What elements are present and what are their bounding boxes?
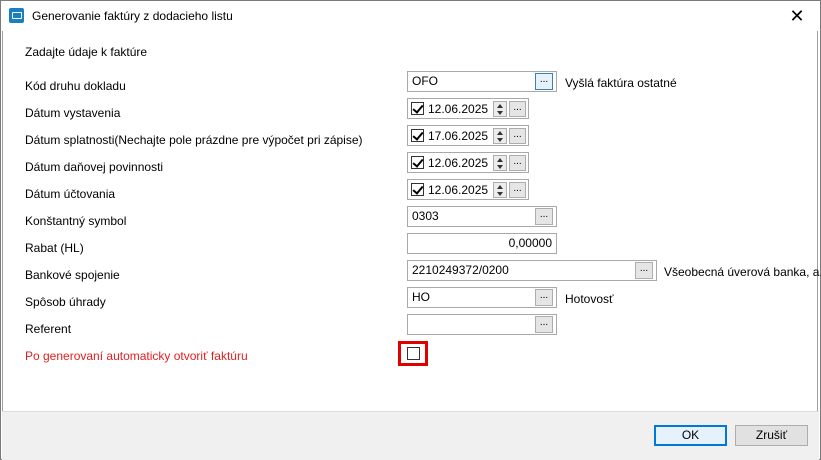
datum-splatnosti-spinner[interactable] <box>493 128 507 144</box>
spin-up-icon[interactable] <box>497 104 503 108</box>
label-bankove-spojenie: Bankové spojenie <box>25 268 120 282</box>
referent-browse-button[interactable]: ... <box>535 316 553 333</box>
datum-splatnosti-browse-button[interactable]: ... <box>509 128 526 144</box>
label-konstantny-symbol: Konštantný symbol <box>25 214 127 228</box>
bankove-spojenie-input[interactable]: 2210249372/0200 <box>407 260 657 281</box>
auto-open-checkbox[interactable] <box>407 347 420 360</box>
datum-danovej-spinner[interactable] <box>493 155 507 171</box>
content-border-left <box>2 31 3 411</box>
datum-uctovania-value: 12.06.2025 <box>428 183 489 197</box>
datum-splatnosti-picker[interactable]: 17.06.2025 ... <box>407 125 529 146</box>
datum-vystavenia-browse-button[interactable]: ... <box>509 101 526 117</box>
datum-uctovania-spinner[interactable] <box>493 182 507 198</box>
label-datum-danovej: Dátum daňovej povinnosti <box>25 160 164 174</box>
label-rabat: Rabat (HL) <box>25 241 84 255</box>
datum-vystavenia-checkbox[interactable] <box>411 102 424 115</box>
spin-down-icon[interactable] <box>497 138 503 142</box>
app-icon <box>9 8 24 23</box>
kod-druhu-description: Vyšlá faktúra ostatné <box>565 76 677 90</box>
datum-uctovania-picker[interactable]: 12.06.2025 ... <box>407 179 529 200</box>
datum-splatnosti-checkbox[interactable] <box>411 129 424 142</box>
sposob-uhrady-description: Hotovosť <box>565 292 614 306</box>
rabat-input[interactable]: 0,00000 <box>407 233 557 254</box>
kod-druhu-browse-button[interactable]: ... <box>535 73 553 90</box>
label-referent: Referent <box>25 322 72 336</box>
datum-uctovania-browse-button[interactable]: ... <box>509 182 526 198</box>
bankove-spojenie-description: Všeobecná úverová banka, a.s. <box>664 265 821 279</box>
label-sposob-uhrady: Spôsob úhrady <box>25 295 106 309</box>
window-title: Generovanie faktúry z dodacieho listu <box>32 9 233 23</box>
datum-splatnosti-value: 17.06.2025 <box>428 129 489 143</box>
spin-down-icon[interactable] <box>497 165 503 169</box>
dialog-window: Generovanie faktúry z dodacieho listu ✕ … <box>0 0 821 460</box>
cancel-button[interactable]: Zrušiť <box>735 425 808 446</box>
spin-down-icon[interactable] <box>497 111 503 115</box>
sposob-uhrady-browse-button[interactable]: ... <box>535 289 553 306</box>
datum-danovej-value: 12.06.2025 <box>428 156 489 170</box>
label-datum-splatnosti: Dátum splatnosti(Nechajte pole prázdne p… <box>25 133 363 147</box>
datum-vystavenia-value: 12.06.2025 <box>428 102 489 116</box>
datum-danovej-browse-button[interactable]: ... <box>509 155 526 171</box>
label-kod-druhu: Kód druhu dokladu <box>25 79 126 93</box>
spin-down-icon[interactable] <box>497 192 503 196</box>
spin-up-icon[interactable] <box>497 131 503 135</box>
spin-up-icon[interactable] <box>497 185 503 189</box>
label-datum-uctovania: Dátum účtovania <box>25 187 116 201</box>
close-icon[interactable]: ✕ <box>774 1 820 31</box>
title-bar: Generovanie faktúry z dodacieho listu ✕ <box>1 1 820 31</box>
label-datum-vystavenia: Dátum vystavenia <box>25 106 121 120</box>
section-title: Zadajte údaje k faktúre <box>25 45 148 59</box>
bankove-spojenie-browse-button[interactable]: ... <box>635 262 653 279</box>
datum-uctovania-checkbox[interactable] <box>411 183 424 196</box>
datum-vystavenia-picker[interactable]: 12.06.2025 ... <box>407 98 529 119</box>
label-auto-open: Po generovaní automaticky otvoriť faktúr… <box>25 349 248 363</box>
datum-vystavenia-spinner[interactable] <box>493 101 507 117</box>
datum-danovej-checkbox[interactable] <box>411 156 424 169</box>
content-border-right <box>817 31 818 411</box>
ok-button[interactable]: OK <box>654 425 727 446</box>
spin-up-icon[interactable] <box>497 158 503 162</box>
datum-danovej-picker[interactable]: 12.06.2025 ... <box>407 152 529 173</box>
konstantny-symbol-browse-button[interactable]: ... <box>535 208 553 225</box>
